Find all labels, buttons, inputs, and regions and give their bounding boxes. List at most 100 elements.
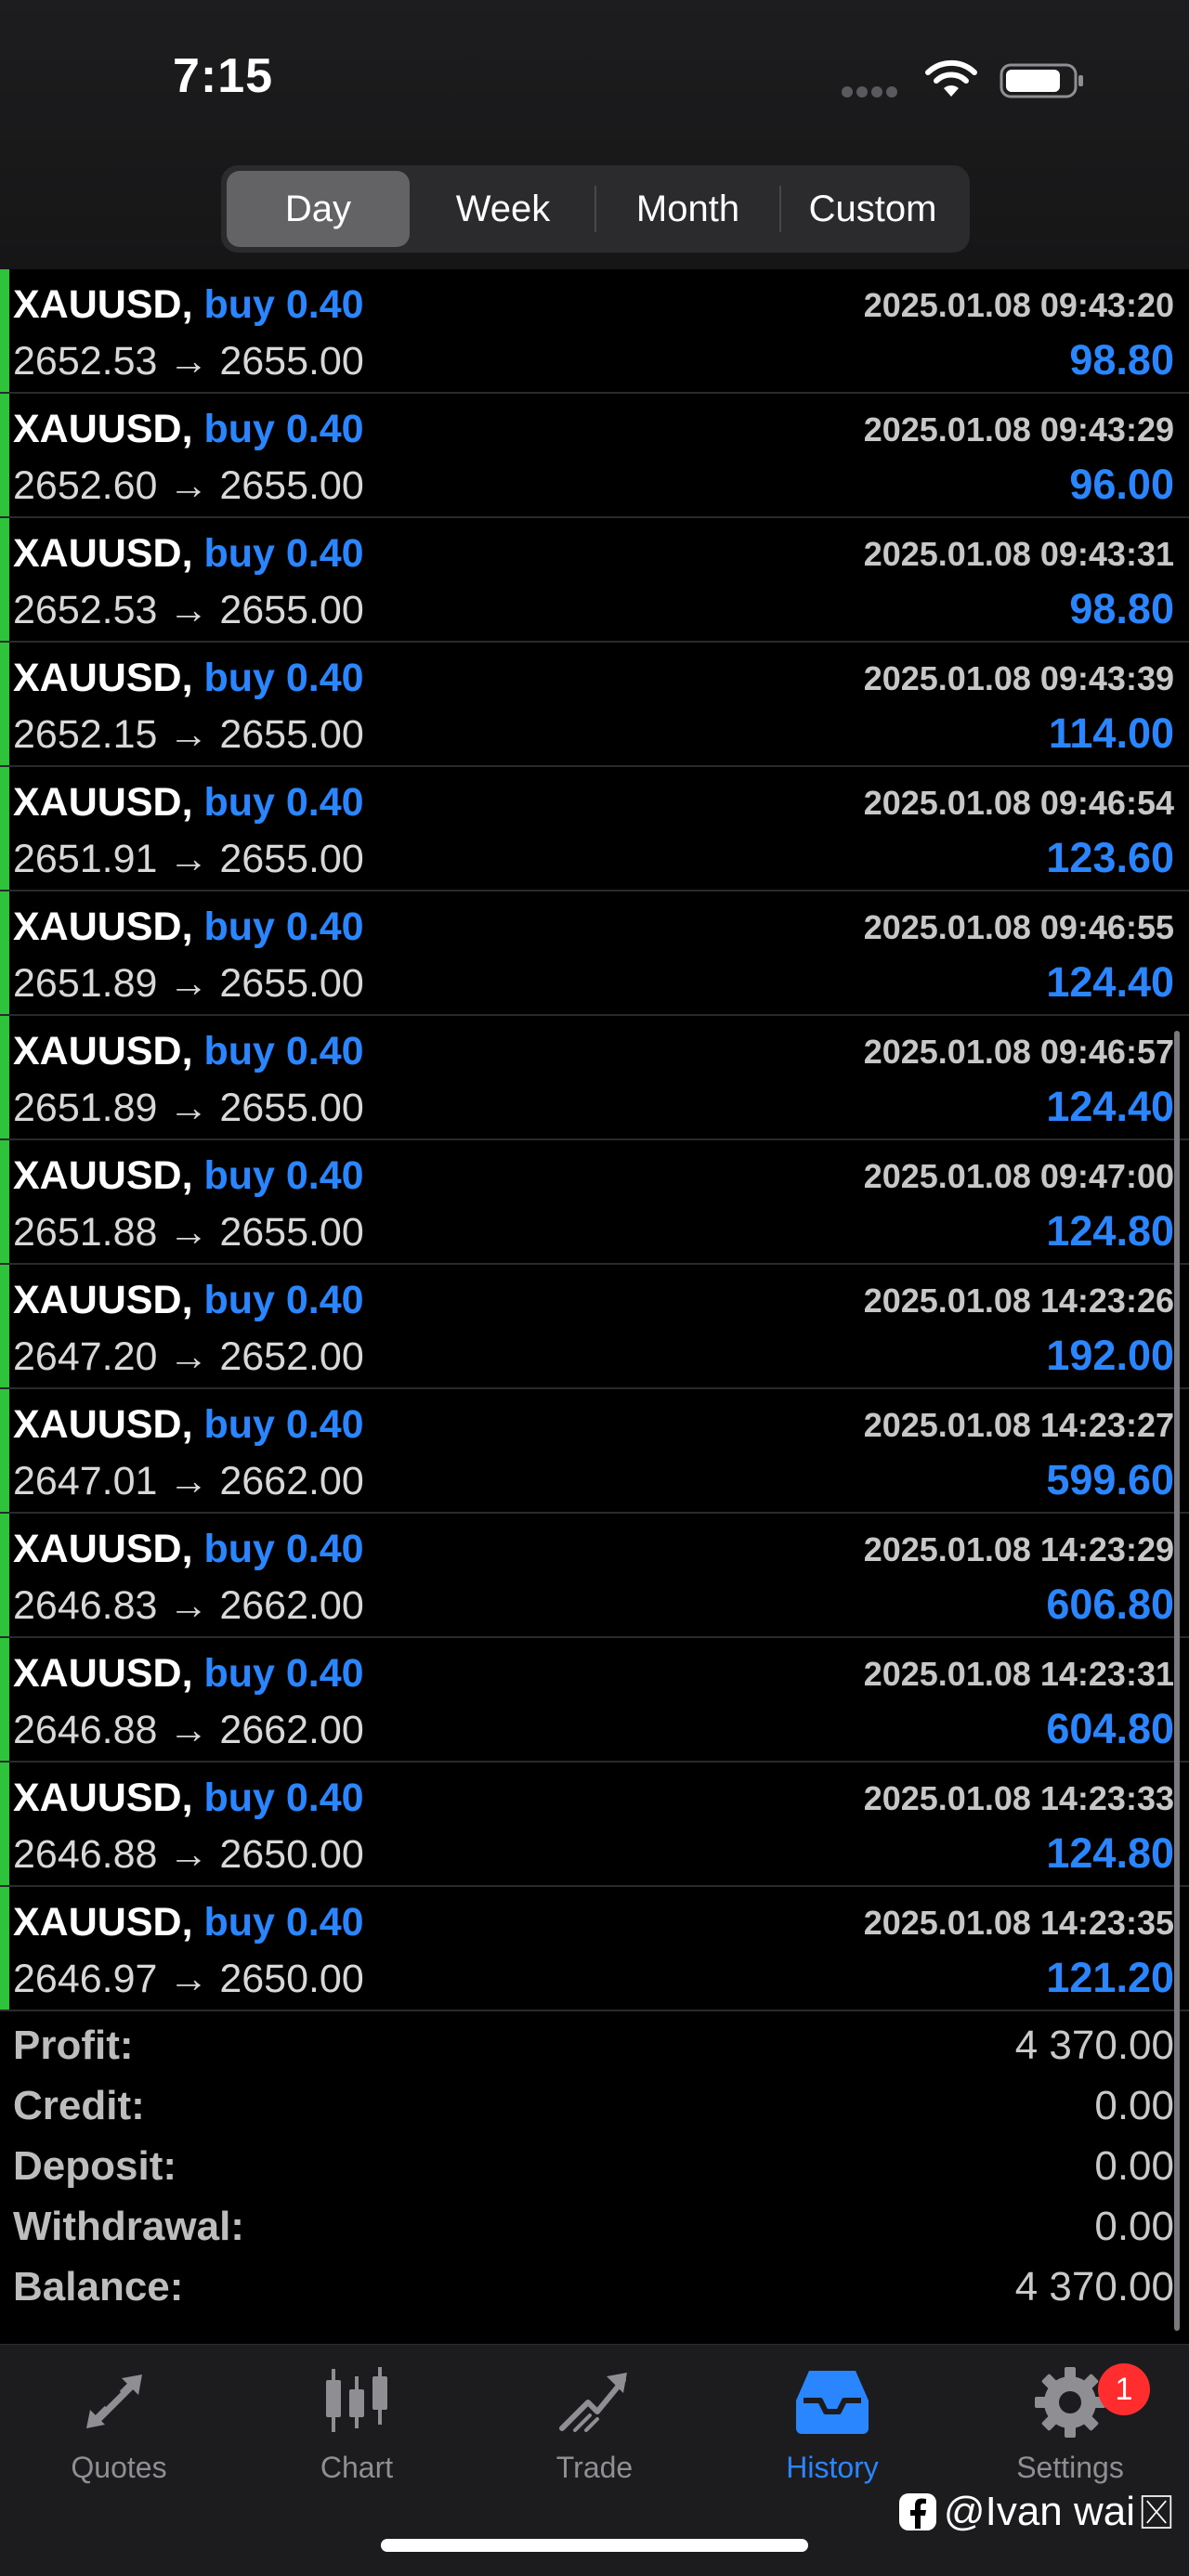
trade-row[interactable]: XAUUSD, buy 0.40 2646.83 → 2662.00 2025.01… (0, 1514, 1189, 1638)
scrollbar[interactable] (1174, 1031, 1180, 2331)
tab-history[interactable]: History (713, 2363, 951, 2503)
trade-time: 2025.01.08 09:43:20 (863, 286, 1174, 324)
trade-row[interactable]: XAUUSD, buy 0.40 2652.53 → 2655.00 2025.01… (0, 269, 1189, 394)
trade-title: XAUUSD, buy 0.40 (13, 531, 364, 577)
trade-row[interactable]: XAUUSD, buy 0.40 2652.53 → 2655.00 2025.01… (0, 518, 1189, 643)
trade-title: XAUUSD, buy 0.40 (13, 1402, 364, 1448)
trade-title: XAUUSD, buy 0.40 (13, 780, 364, 826)
wifi-icon (925, 59, 977, 97)
tab-chart[interactable]: Chart (238, 2363, 476, 2503)
period-day[interactable]: Day (227, 171, 410, 247)
period-week[interactable]: Week (412, 171, 594, 247)
trade-symbol: XAUUSD, (13, 1651, 193, 1696)
battery-icon (1000, 63, 1083, 98)
trade-profit: 121.20 (1046, 1954, 1174, 2001)
trade-symbol: XAUUSD, (13, 531, 193, 576)
trade-prices: 2646.88 → 2650.00 (13, 1832, 364, 1877)
trade-prices: 2651.91 → 2655.00 (13, 837, 364, 881)
trade-row[interactable]: XAUUSD, buy 0.40 2651.89 → 2655.00 2025.01… (0, 1016, 1189, 1140)
trade-symbol: XAUUSD, (13, 1029, 193, 1073)
period-month[interactable]: Month (596, 171, 779, 247)
trade-prices: 2647.20 → 2652.00 (13, 1334, 364, 1379)
trade-side: buy 0.40 (203, 1776, 364, 1820)
trade-title: XAUUSD, buy 0.40 (13, 904, 364, 950)
trade-icon (559, 2373, 627, 2432)
trade-time: 2025.01.08 09:43:31 (863, 535, 1174, 573)
trade-symbol: XAUUSD, (13, 1900, 193, 1945)
trade-side: buy 0.40 (203, 1153, 364, 1198)
summary-value: 0.00 (1094, 2143, 1174, 2189)
trade-profit: 123.60 (1046, 834, 1174, 881)
trade-time: 2025.01.08 14:23:29 (863, 1530, 1174, 1568)
trade-symbol: XAUUSD, (13, 1153, 193, 1198)
chart-icon (326, 2367, 387, 2432)
trade-row[interactable]: XAUUSD, buy 0.40 2652.60 → 2655.00 2025.01… (0, 394, 1189, 518)
trade-row[interactable]: XAUUSD, buy 0.40 2652.15 → 2655.00 2025.01… (0, 643, 1189, 767)
trade-row[interactable]: XAUUSD, buy 0.40 2646.88 → 2662.00 2025.01… (0, 1638, 1189, 1763)
trade-time: 2025.01.08 09:46:57 (863, 1033, 1174, 1071)
trade-title: XAUUSD, buy 0.40 (13, 1029, 364, 1074)
tab-settings[interactable]: Settings 1 (951, 2363, 1189, 2503)
trade-title: XAUUSD, buy 0.40 (13, 1527, 364, 1572)
trade-side: buy 0.40 (203, 1527, 364, 1571)
trade-symbol: XAUUSD, (13, 780, 193, 825)
trade-symbol: XAUUSD, (13, 407, 193, 451)
trade-profit: 98.80 (1069, 585, 1174, 632)
trade-side: buy 0.40 (203, 1651, 364, 1696)
summary-label: Credit: (13, 2083, 145, 2128)
trade-time: 2025.01.08 14:23:31 (863, 1655, 1174, 1693)
summary-row: Withdrawal: 0.00 (0, 2196, 1189, 2257)
trade-profit: 124.80 (1046, 1207, 1174, 1255)
trade-prices: 2652.60 → 2655.00 (13, 463, 364, 508)
trade-side: buy 0.40 (203, 656, 364, 700)
period-custom[interactable]: Custom (781, 171, 964, 247)
tab-trade[interactable]: Trade (476, 2363, 713, 2503)
trade-symbol: XAUUSD, (13, 656, 193, 700)
trade-side: buy 0.40 (203, 1900, 364, 1945)
trade-side: buy 0.40 (203, 1029, 364, 1073)
trade-symbol: XAUUSD, (13, 1278, 193, 1322)
trade-symbol: XAUUSD, (13, 1402, 193, 1447)
tab-label: Quotes (71, 2451, 167, 2484)
trade-profit: 192.00 (1046, 1332, 1174, 1379)
tab-label: Settings (1016, 2451, 1124, 2484)
tab-quotes[interactable]: Quotes (0, 2363, 238, 2503)
trade-title: XAUUSD, buy 0.40 (13, 282, 364, 328)
account-summary: Profit: 4 370.00 Credit: 0.00 Deposit: 0.00 Wi… (0, 2015, 1189, 2317)
trade-side: buy 0.40 (203, 1402, 364, 1447)
trade-side: buy 0.40 (203, 780, 364, 825)
summary-row: Credit: 0.00 (0, 2075, 1189, 2136)
trade-profit: 606.80 (1046, 1581, 1174, 1628)
trade-symbol: XAUUSD, (13, 282, 193, 327)
trade-profit: 124.40 (1046, 1083, 1174, 1130)
trade-prices: 2651.88 → 2655.00 (13, 1210, 364, 1255)
summary-label: Balance: (13, 2264, 184, 2309)
tab-label: Chart (320, 2451, 394, 2484)
trade-side: buy 0.40 (203, 407, 364, 451)
trade-side: buy 0.40 (203, 904, 364, 949)
trade-row[interactable]: XAUUSD, buy 0.40 2647.20 → 2652.00 2025.01… (0, 1265, 1189, 1389)
trade-row[interactable]: XAUUSD, buy 0.40 2646.88 → 2650.00 2025.01… (0, 1763, 1189, 1887)
trade-row[interactable]: XAUUSD, buy 0.40 2651.91 → 2655.00 2025.01… (0, 767, 1189, 891)
summary-value: 4 370.00 (1014, 2023, 1174, 2068)
trade-row[interactable]: XAUUSD, buy 0.40 2647.01 → 2662.00 2025.01… (0, 1389, 1189, 1514)
trade-prices: 2646.88 → 2662.00 (13, 1708, 364, 1752)
tab-label: History (786, 2451, 879, 2484)
trade-profit: 124.40 (1046, 958, 1174, 1006)
summary-label: Deposit: (13, 2143, 176, 2189)
trade-prices: 2651.89 → 2655.00 (13, 1086, 364, 1130)
trade-profit: 114.00 (1048, 709, 1174, 757)
trade-profit: 98.80 (1069, 336, 1174, 384)
summary-row: Deposit: 0.00 (0, 2136, 1189, 2196)
cellular-signal-icon (842, 85, 905, 98)
trade-prices: 2652.53 → 2655.00 (13, 588, 364, 632)
header: 7:15 Day Week Month Custom (0, 0, 1189, 269)
status-time: 7:15 (173, 49, 274, 103)
trade-row[interactable]: XAUUSD, buy 0.40 2646.97 → 2650.00 2025.01… (0, 1887, 1189, 2011)
trade-time: 2025.01.08 09:46:55 (863, 908, 1174, 946)
trade-profit: 124.80 (1046, 1829, 1174, 1877)
trade-row[interactable]: XAUUSD, buy 0.40 2651.88 → 2655.00 2025.01… (0, 1140, 1189, 1265)
trade-row[interactable]: XAUUSD, buy 0.40 2651.89 → 2655.00 2025.01… (0, 891, 1189, 1016)
summary-row: Profit: 4 370.00 (0, 2015, 1189, 2075)
trade-time: 2025.01.08 14:23:27 (863, 1406, 1174, 1444)
